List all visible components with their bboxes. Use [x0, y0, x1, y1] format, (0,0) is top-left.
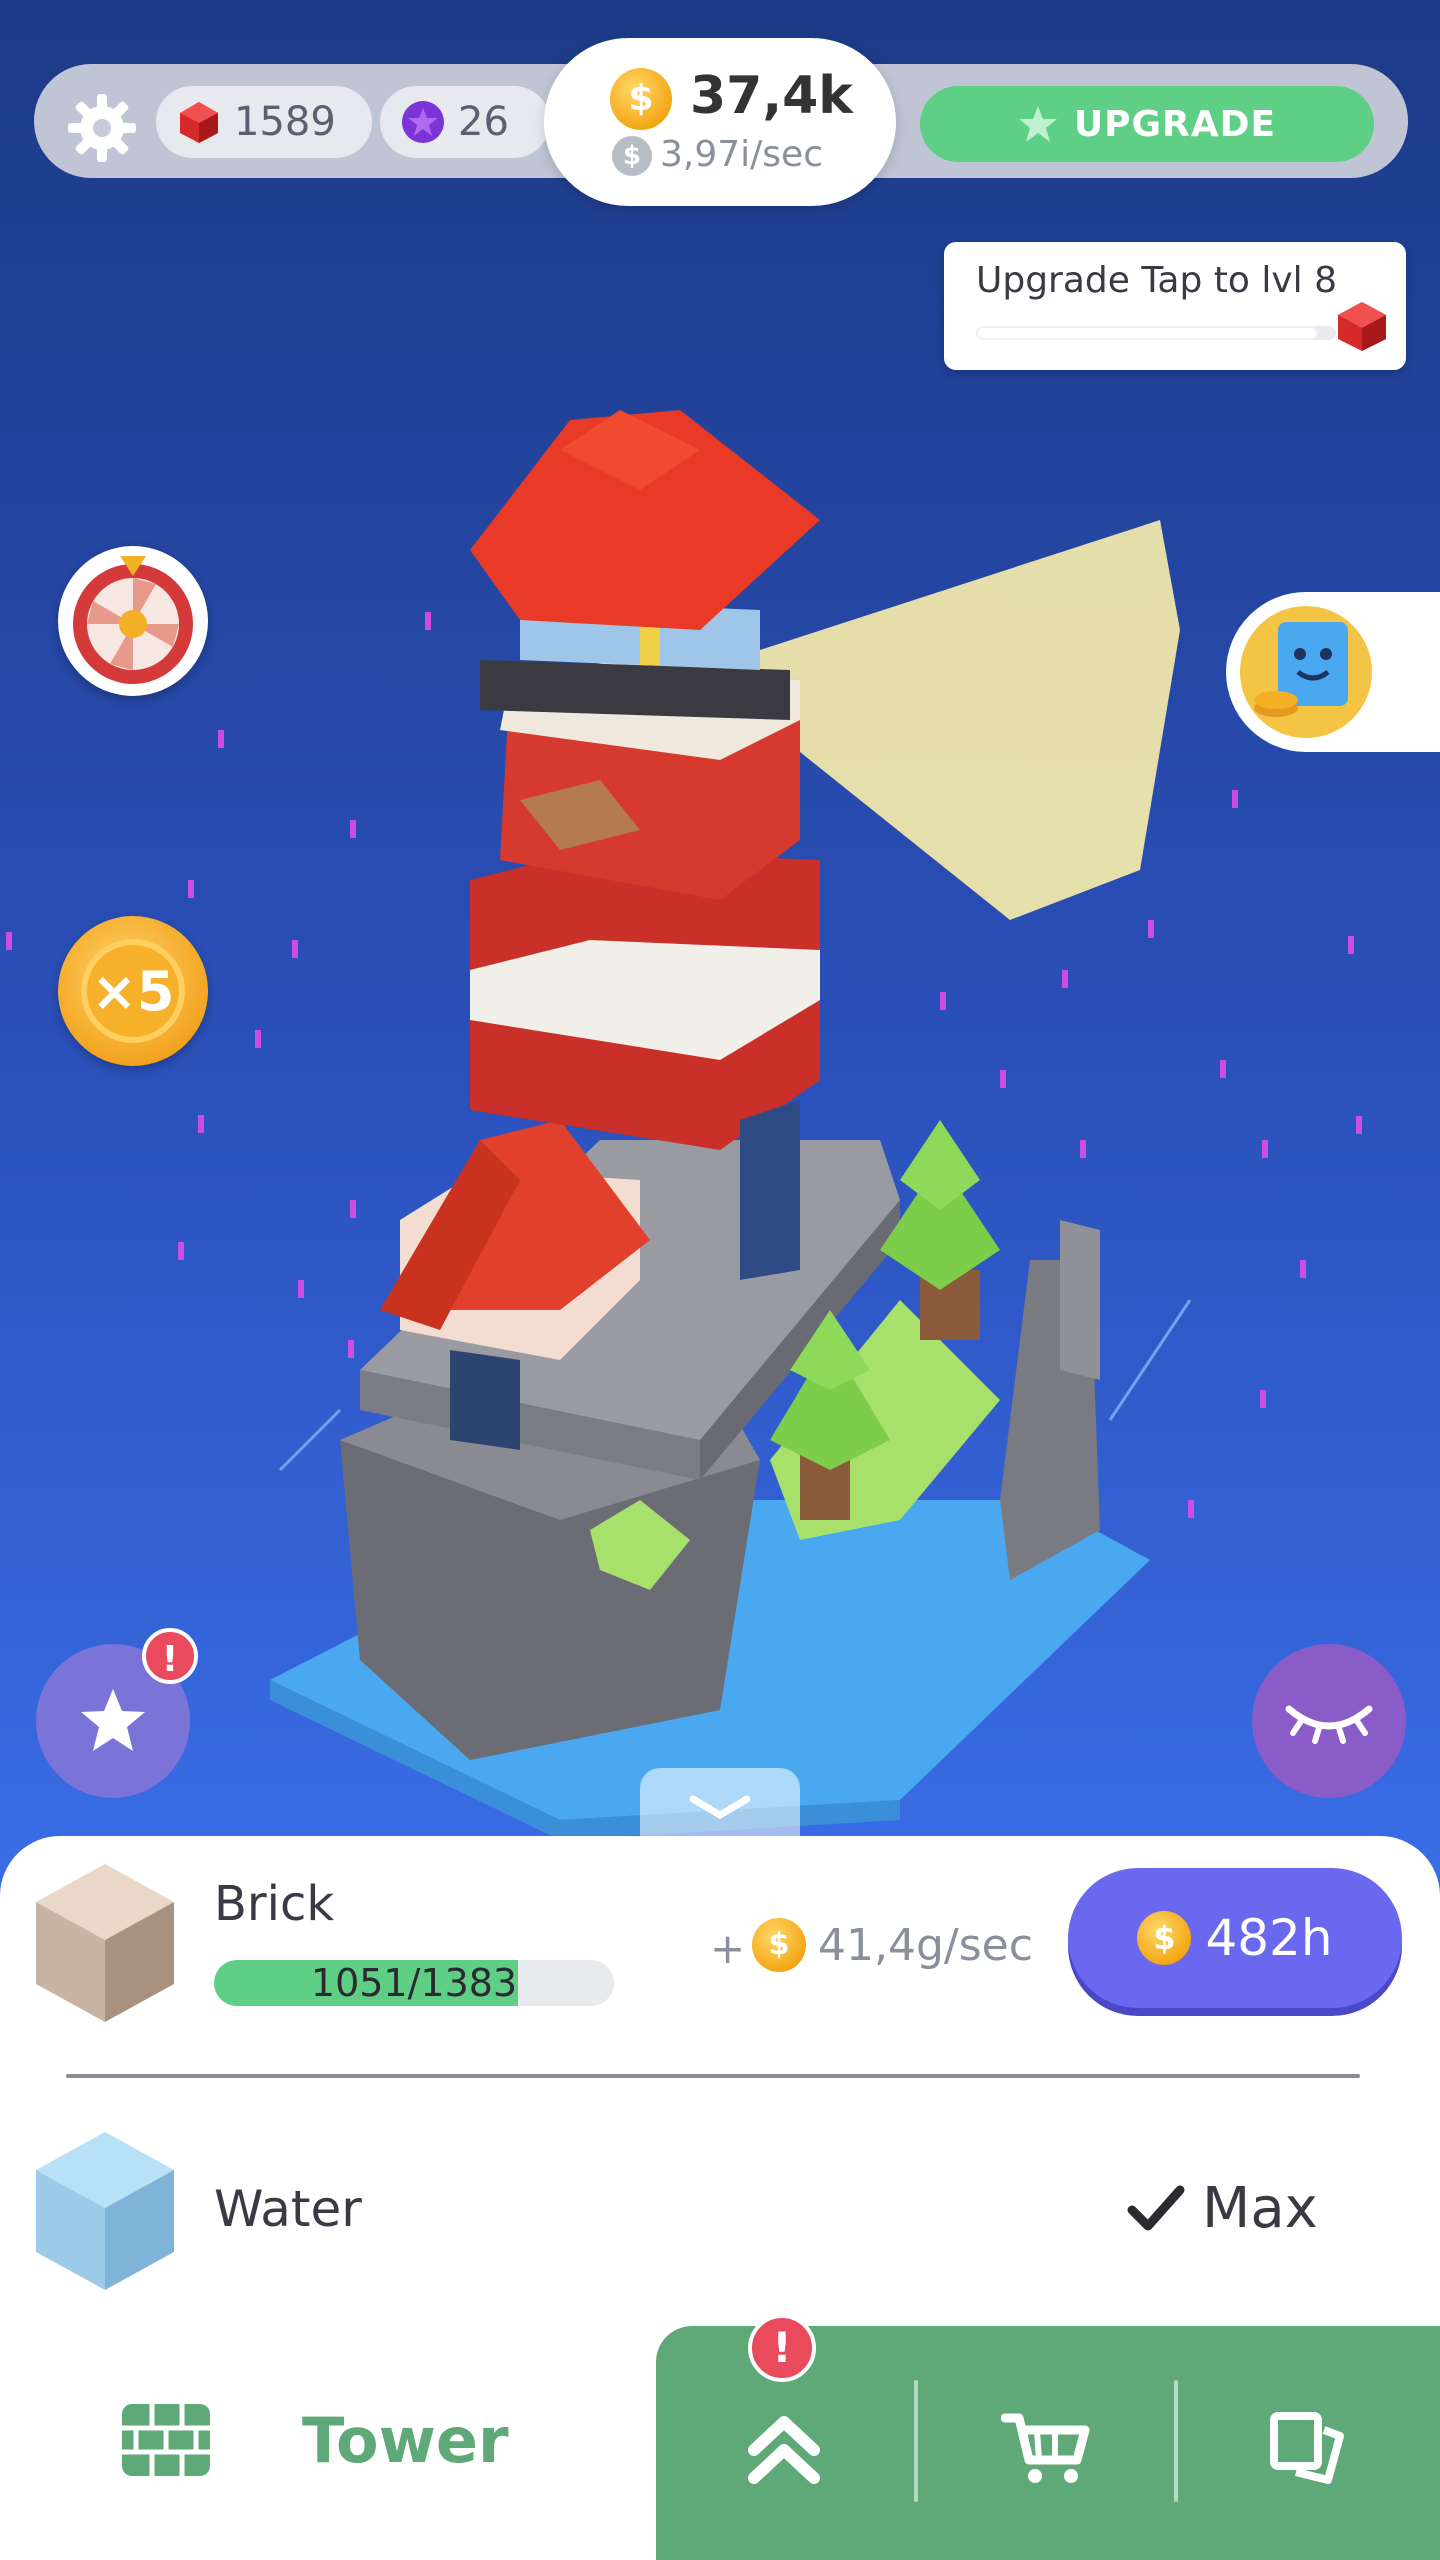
mascot-icon [1240, 606, 1372, 738]
quest-progress-bar [976, 326, 1336, 340]
material-progress-bar: 1051/1383 [214, 1960, 614, 2006]
coin-icon: $ [1137, 1911, 1192, 1965]
panel-collapse-handle[interactable] [640, 1768, 800, 1844]
max-level-label: Max [1126, 2176, 1318, 2241]
nav-separator [1174, 2380, 1178, 2502]
hide-ui-button[interactable] [1252, 1644, 1406, 1798]
double-chevron-up-icon [748, 2416, 820, 2484]
buy-material-button[interactable]: $ 482h [1068, 1868, 1402, 2008]
coin-icon: $ [610, 68, 672, 130]
water-cube-icon [36, 2132, 174, 2290]
brick-cube-icon [36, 1864, 174, 2022]
material-rate: 41,4g/sec [818, 1920, 1033, 1971]
settings-button[interactable] [60, 86, 144, 170]
quest-text: Upgrade Tap to lvl 8 [976, 260, 1337, 301]
star-icon [81, 1689, 145, 1751]
closed-eye-icon [1285, 1705, 1373, 1744]
lighthouse-scene[interactable] [0, 380, 1440, 1840]
coin-icon: $ [752, 1918, 806, 1972]
material-progress-text: 1051/1383 [310, 1961, 518, 2005]
material-name: Brick [214, 1876, 335, 1932]
rate-plus-sign: + [710, 1924, 746, 1973]
multiplier-boost-button[interactable]: ×5 [58, 916, 208, 1066]
coin-balance: 37,4k [690, 66, 853, 126]
upgrade-label: UPGRADE [1073, 103, 1277, 145]
cards-icon [1270, 2412, 1344, 2484]
quest-card[interactable]: Upgrade Tap to lvl 8 [944, 242, 1406, 370]
alert-badge: ! [142, 1628, 198, 1684]
red-gem-icon [1338, 302, 1386, 351]
stars-count: 26 [458, 99, 509, 145]
tab-level-up[interactable] [734, 2398, 834, 2498]
tab-collection[interactable] [1258, 2398, 1358, 2498]
gems-counter[interactable]: 1589 [156, 86, 372, 158]
coin-rate: 3,97i/sec [660, 134, 823, 175]
tab-tower-label: Tower [302, 2404, 509, 2477]
shopping-cart-icon [1001, 2413, 1090, 2483]
multiplier-label: ×5 [91, 959, 175, 1023]
panel-divider [66, 2074, 1360, 2078]
mascot-offer-button[interactable] [1226, 592, 1440, 752]
fortune-wheel-icon [73, 556, 193, 684]
coin-balance-panel: $ 37,4k $ 3,97i/sec [544, 38, 896, 206]
nav-separator [914, 2380, 918, 2502]
material-name: Water [214, 2180, 362, 2238]
red-gem-icon [180, 102, 218, 143]
gear-icon [68, 94, 136, 162]
coin-rate-icon: $ [612, 136, 652, 176]
alert-badge: ! [748, 2314, 816, 2382]
upgrade-button[interactable]: UPGRADE [920, 86, 1374, 162]
stars-counter[interactable]: 26 [380, 86, 550, 158]
buy-cost: 482h [1205, 1909, 1333, 1967]
gems-count: 1589 [234, 99, 336, 145]
multiplier-badge: ×5 [81, 939, 185, 1043]
purple-star-icon [402, 101, 444, 143]
quest-progress-fill [976, 326, 1318, 340]
max-label-text: Max [1202, 2176, 1318, 2241]
brick-wall-icon [122, 2404, 210, 2476]
fortune-wheel-button[interactable] [58, 546, 208, 696]
tab-shop[interactable] [996, 2398, 1096, 2498]
star-icon [1018, 106, 1057, 142]
chevron-down-icon [689, 1795, 751, 1820]
checkmark-icon [1127, 2185, 1185, 2230]
